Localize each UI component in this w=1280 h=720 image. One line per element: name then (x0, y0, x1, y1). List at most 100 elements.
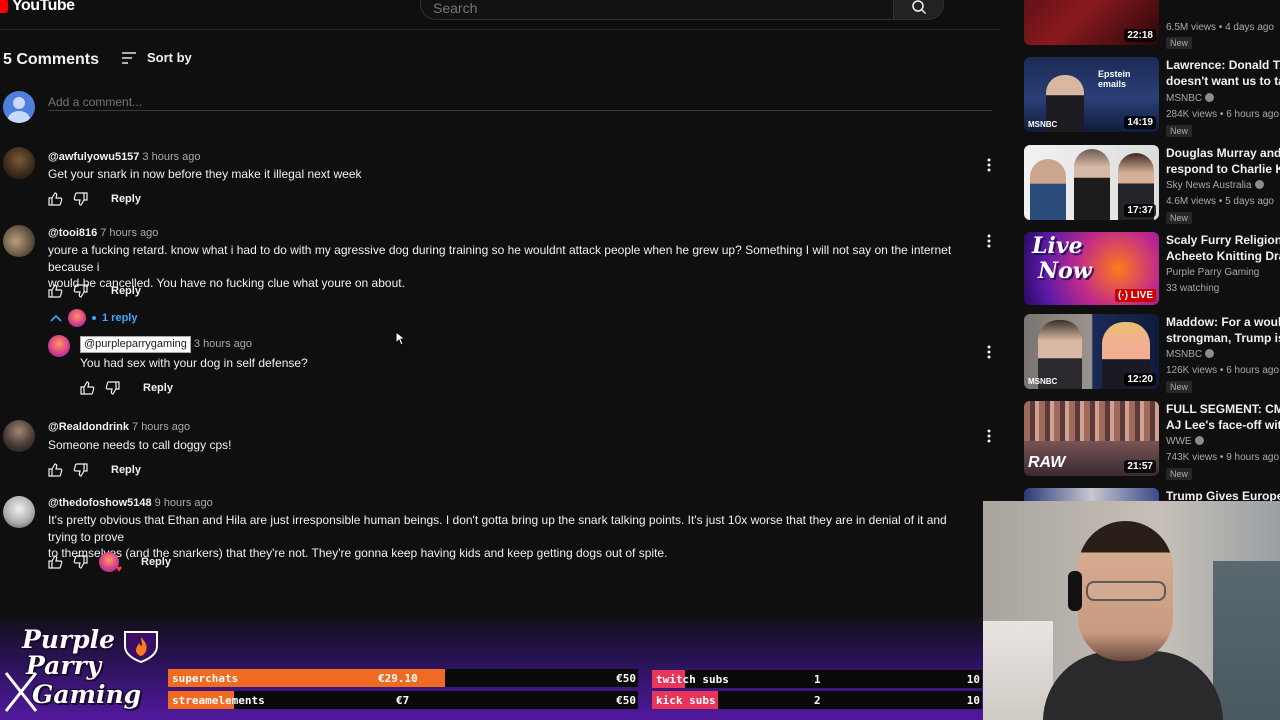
sort-icon (122, 51, 136, 64)
comment-actions: ♥ Reply (45, 552, 171, 575)
avatar[interactable] (3, 225, 35, 257)
streamelements-goal-bar: streamelements €7 €50 (168, 691, 638, 709)
related-video[interactable]: RAW 21:57 FULL SEGMENT: CM P AJ Lee's fac… (1024, 401, 1280, 481)
comment-text: Get your snark in now before they make i… (48, 167, 362, 181)
dislike-icon[interactable] (71, 281, 91, 301)
video-title-line: Scaly Furry Religion (1166, 233, 1280, 247)
reply-button[interactable]: Reply (141, 556, 171, 568)
twitch-subs-goal: 10 (966, 673, 980, 686)
chevron-up-icon (50, 314, 62, 322)
like-icon[interactable] (77, 378, 97, 398)
video-title: Maddow: For a would-b strongman, Trump is… (1166, 314, 1280, 346)
channel-name[interactable]: WWE (1166, 436, 1192, 447)
dislike-icon[interactable] (71, 460, 91, 480)
replies-toggle-button[interactable]: 1 reply (50, 309, 137, 327)
more-options-icon[interactable] (981, 427, 997, 445)
reply-avatar[interactable] (48, 335, 70, 357)
video-thumbnail[interactable]: Epstein emails MSNBC 14:19 (1024, 57, 1159, 132)
live-label: LIVE (1130, 290, 1153, 301)
reply-button[interactable]: Reply (111, 285, 141, 297)
streamelements-value: €7 (396, 694, 410, 707)
video-thumbnail[interactable]: Live Now (·) LIVE (1024, 232, 1159, 305)
dislike-icon[interactable] (71, 552, 91, 572)
channel-name[interactable]: MSNBC (1166, 93, 1202, 104)
youtube-logo[interactable]: YouTube (0, 0, 75, 16)
webcam-bed (983, 621, 1053, 720)
video-thumbnail[interactable]: 17:37 (1024, 145, 1159, 220)
shield-flame-icon (124, 631, 158, 663)
video-thumbnail[interactable]: 22:18 (1024, 0, 1159, 45)
comment-actions: Reply (45, 460, 141, 480)
reply-button[interactable]: Reply (143, 382, 173, 394)
new-badge: New (1166, 381, 1193, 393)
related-video[interactable]: 22:18 6.5M views • 4 days ago New (1024, 0, 1280, 52)
bullet-separator (92, 316, 96, 320)
channel-watermark: MSNBC (1028, 377, 1058, 386)
kick-subs-goal-bar: kick subs 2 10 (652, 691, 982, 709)
header-divider (0, 29, 1000, 30)
video-meta: 284K views • 6 hours ago (1166, 109, 1280, 120)
avatar[interactable] (3, 496, 35, 528)
reply-text: You had sex with your dog in self defens… (80, 356, 308, 370)
video-channel: Sky News Australia (1166, 180, 1264, 191)
logo-line: Purple (22, 625, 116, 654)
related-video[interactable]: Epstein emails MSNBC 14:19 Lawrence: Don… (1024, 57, 1280, 137)
reply-button[interactable]: Reply (111, 464, 141, 476)
video-meta: 743K views • 9 hours ago (1166, 452, 1280, 463)
like-icon[interactable] (45, 189, 65, 209)
video-title-line: AJ Lee's face-off with S (1166, 418, 1280, 432)
like-icon[interactable] (45, 460, 65, 480)
channel-name[interactable]: Sky News Australia (1166, 180, 1252, 191)
dislike-icon[interactable] (71, 189, 91, 209)
search-input[interactable] (433, 0, 853, 16)
more-options-icon[interactable] (981, 156, 997, 174)
comment-time[interactable]: 3 hours ago (142, 151, 200, 163)
like-icon[interactable] (45, 552, 65, 572)
avatar[interactable] (3, 147, 35, 179)
video-thumbnail[interactable]: MSNBC 12:20 (1024, 314, 1159, 389)
video-title-line: FULL SEGMENT: CM P (1166, 402, 1280, 416)
related-video[interactable]: 17:37 Douglas Murray and Ri respond to Ch… (1024, 145, 1280, 225)
reply-time[interactable]: 3 hours ago (194, 338, 252, 350)
logo-line: Gaming (32, 680, 142, 709)
avatar[interactable] (3, 420, 35, 452)
comment-author[interactable]: @Realdondrink (48, 421, 129, 433)
comment-author[interactable]: @tooi816 (48, 227, 97, 239)
channel-name[interactable]: MSNBC (1166, 349, 1202, 360)
add-comment-input[interactable] (48, 93, 992, 111)
live-badge: (·) LIVE (1114, 289, 1156, 302)
webcam-shelf (1213, 561, 1280, 720)
related-video[interactable]: MSNBC 12:20 Maddow: For a would-b strongm… (1024, 314, 1280, 394)
twitch-subs-label: twitch subs (656, 673, 729, 686)
comment-author[interactable]: @awfulyowu5157 (48, 151, 139, 163)
superchats-goal-bar: superchats €29.10 €50 (168, 669, 638, 687)
comment-time[interactable]: 9 hours ago (155, 497, 213, 509)
comment-time[interactable]: 7 hours ago (132, 421, 190, 433)
video-thumbnail[interactable] (1024, 488, 1159, 501)
kick-subs-label: kick subs (656, 694, 716, 707)
search-button[interactable] (893, 0, 944, 20)
comment-author[interactable]: @thedofoshow5148 (48, 497, 152, 509)
video-title: FULL SEGMENT: CM P AJ Lee's face-off with… (1166, 401, 1280, 433)
like-icon[interactable] (45, 281, 65, 301)
video-channel[interactable]: Purple Parry Gaming (1166, 267, 1259, 278)
comment-text: It's pretty obvious that Ethan and Hila … (48, 512, 978, 562)
video-thumbnail[interactable]: RAW 21:57 (1024, 401, 1159, 476)
comment-time[interactable]: 7 hours ago (100, 227, 158, 239)
more-options-icon[interactable] (981, 232, 997, 250)
video-title-line: Acheeto Knitting Dram (1166, 249, 1280, 263)
reply-header: @purpleparrygaming 3 hours ago (80, 336, 252, 353)
more-options-icon[interactable] (981, 343, 997, 361)
verified-icon (1205, 349, 1215, 358)
sort-button[interactable]: Sort by (121, 50, 192, 65)
person-1 (1030, 159, 1066, 220)
video-title: Lawrence: Donald Trum doesn't want us to … (1166, 57, 1280, 89)
video-meta: 33 watching (1166, 283, 1220, 294)
comment-text-line: to themselves (and the snarkers) that th… (48, 546, 668, 560)
dislike-icon[interactable] (103, 378, 123, 398)
related-video[interactable]: Live Now (·) LIVE Scaly Furry Religion Ach… (1024, 232, 1280, 308)
video-duration: 17:37 (1124, 204, 1156, 217)
streamer-glasses (1086, 581, 1166, 601)
reply-button[interactable]: Reply (111, 193, 141, 205)
creator-handle-chip[interactable]: @purpleparrygaming (80, 336, 191, 353)
